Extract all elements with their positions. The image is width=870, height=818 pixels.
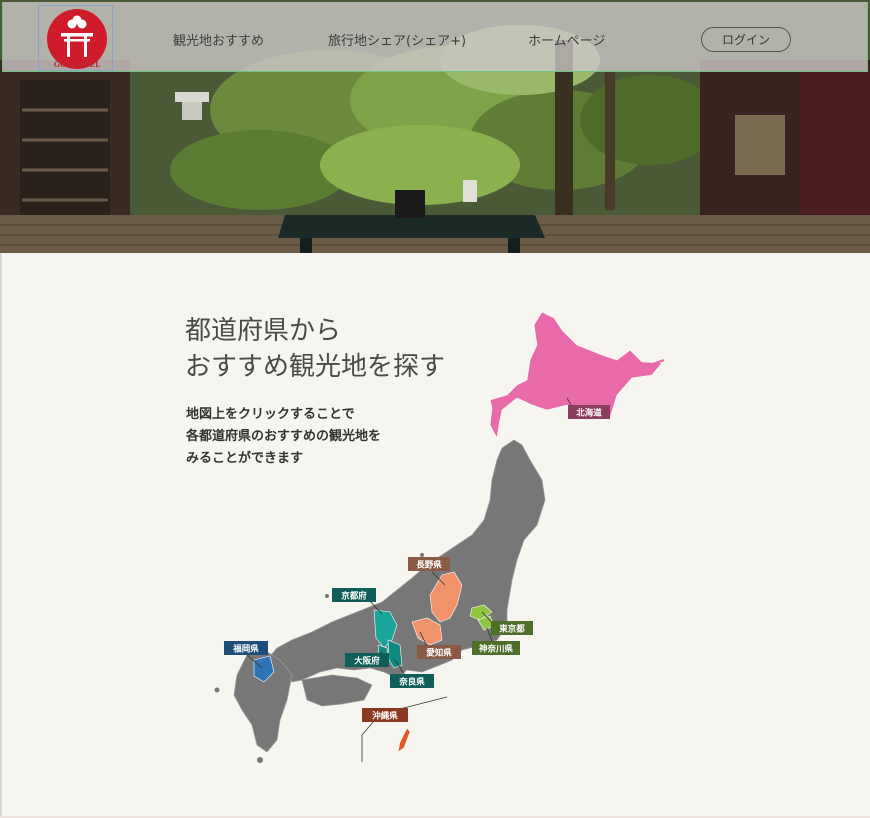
label-kanagawa[interactable]: 神奈川県 <box>479 644 514 655</box>
login-button[interactable]: ログイン <box>701 27 791 52</box>
label-aichi[interactable]: 愛知県 <box>426 648 452 659</box>
okinawa-region[interactable] <box>397 727 411 753</box>
top-nav: GO TRAVEL 観光地おすすめ 旅行地シェア(シェア+) ホームページ ログ… <box>2 2 868 72</box>
shikoku-region <box>301 674 373 707</box>
label-osaka[interactable]: 大阪府 <box>354 656 380 667</box>
nav-link-home[interactable]: ホームページ <box>528 30 605 49</box>
nav-link-share[interactable]: 旅行地シェア(シェア+) <box>328 30 466 49</box>
label-okinawa[interactable]: 沖縄県 <box>372 711 398 722</box>
label-nara[interactable]: 奈良県 <box>398 677 425 688</box>
japan-map: 北海道 長野県 京都府 東京都 福岡県 大阪府 愛知県 神奈川県 奈良県 沖縄県 <box>214 311 665 763</box>
label-tokyo[interactable]: 東京都 <box>499 624 525 635</box>
label-fukuoka[interactable]: 福岡県 <box>232 644 259 655</box>
label-nagano[interactable]: 長野県 <box>416 560 442 571</box>
logo[interactable]: GO TRAVEL <box>38 5 113 71</box>
label-kyoto[interactable]: 京都府 <box>341 591 367 602</box>
hokkaido-region[interactable] <box>489 311 663 439</box>
nav-link-recommend[interactable]: 観光地おすすめ <box>173 30 264 49</box>
label-hokkaido[interactable]: 北海道 <box>576 408 602 419</box>
logo-text: GO TRAVEL <box>54 60 100 69</box>
main-section: 都道府県から おすすめ観光地を探す 地図上をクリックすることで 各都道府県のおす… <box>0 253 870 818</box>
